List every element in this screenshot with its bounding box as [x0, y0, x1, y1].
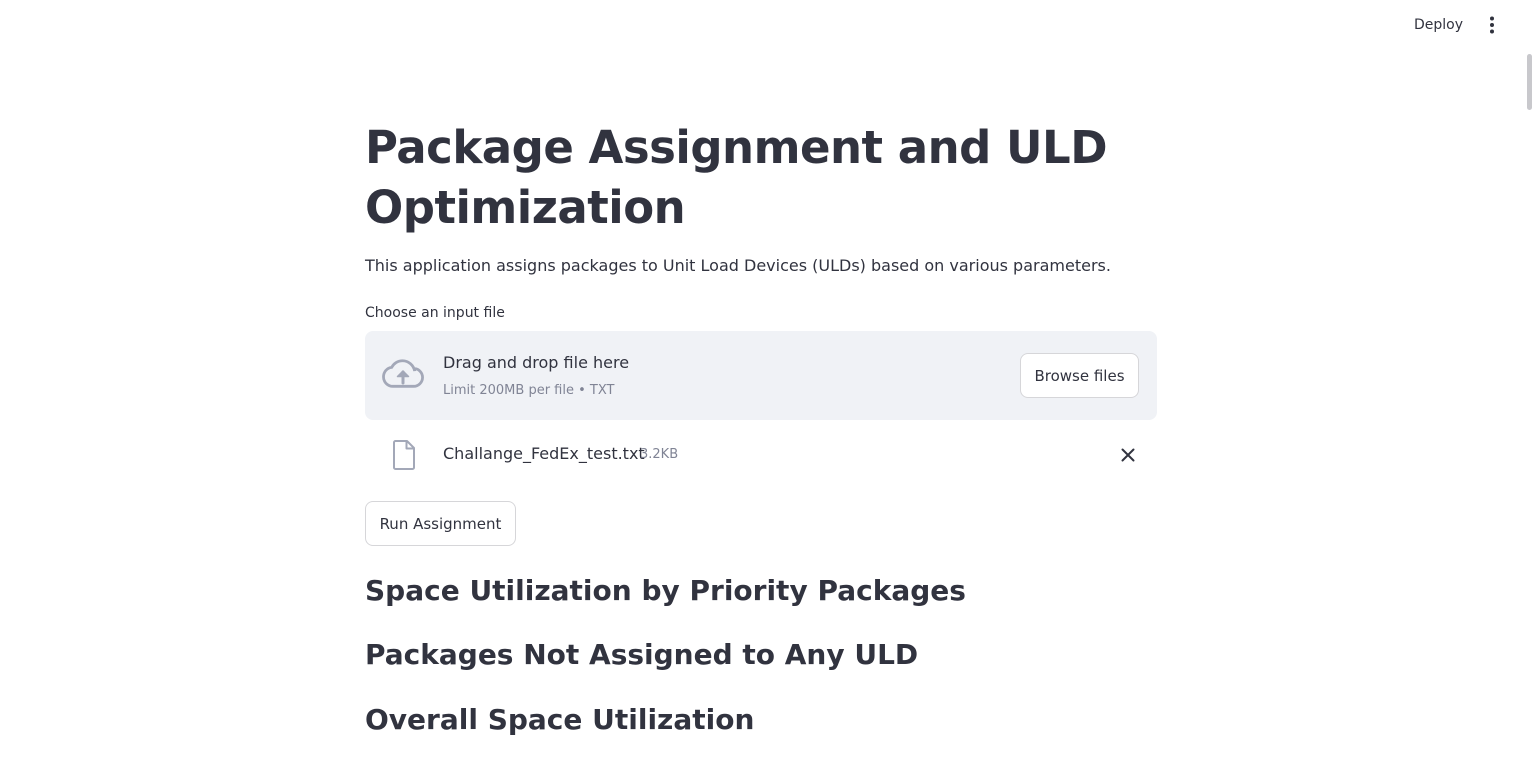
page-description: This application assigns packages to Uni… — [365, 256, 1111, 275]
dropzone-limit-text: Limit 200MB per file • TXT — [443, 383, 615, 398]
vertical-ellipsis-icon — [1490, 16, 1494, 34]
top-toolbar: Deploy — [0, 0, 1534, 52]
remove-file-button[interactable] — [1115, 442, 1141, 468]
uploaded-file-item: Challange_FedEx_test.txt 3.2KB — [365, 432, 1157, 478]
uploaded-file-size: 3.2KB — [640, 447, 679, 462]
dropzone-instructions: Drag and drop file here — [443, 353, 630, 372]
close-icon — [1121, 448, 1135, 462]
file-icon — [393, 440, 415, 470]
heading-unassigned-packages: Packages Not Assigned to Any ULD — [365, 638, 919, 671]
cloud-upload-icon — [382, 359, 424, 388]
deploy-button[interactable]: Deploy — [1404, 13, 1473, 37]
heading-overall-utilization: Overall Space Utilization — [365, 703, 755, 736]
app-root: Deploy Package Assignment and ULD Optimi… — [0, 0, 1534, 782]
page-scrollbar[interactable] — [1527, 54, 1532, 110]
browse-files-button[interactable]: Browse files — [1020, 353, 1139, 398]
heading-priority-utilization: Space Utilization by Priority Packages — [365, 574, 966, 607]
file-uploader-label: Choose an input file — [365, 305, 505, 321]
file-dropzone[interactable]: Drag and drop file here Limit 200MB per … — [365, 331, 1157, 420]
uploaded-file-name: Challange_FedEx_test.txt — [443, 444, 645, 463]
main-menu-button[interactable] — [1480, 12, 1504, 38]
run-assignment-button[interactable]: Run Assignment — [365, 501, 516, 546]
page-title: Package Assignment and ULD Optimization — [365, 121, 1108, 234]
